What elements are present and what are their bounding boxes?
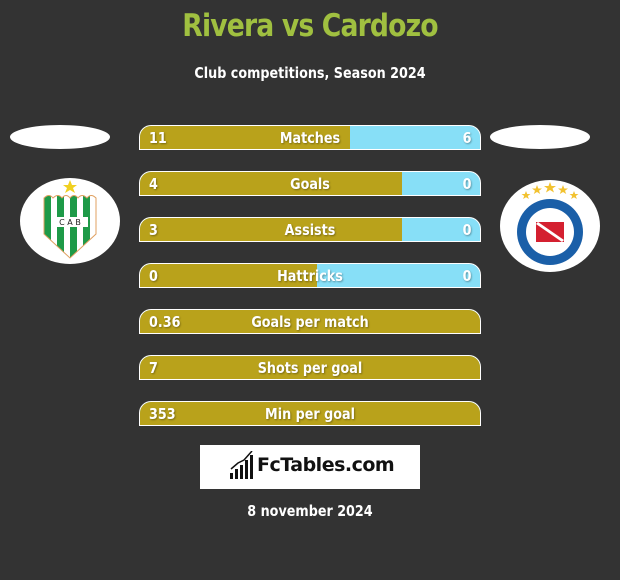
- fctables-logo[interactable]: FcTables.com: [200, 445, 420, 489]
- stat-row-min-per-goal: Min per goal 353: [139, 401, 481, 426]
- left-value: 3: [149, 221, 158, 239]
- right-player-photo-placeholder: [490, 125, 590, 149]
- stat-row-shots-per-goal: Shots per goal 7: [139, 355, 481, 380]
- right-value: 6: [462, 129, 471, 147]
- right-club-badge[interactable]: [500, 180, 600, 272]
- stat-label: Shots per goal: [257, 359, 363, 377]
- stat-row-goals-per-match: Goals per match 0.36: [139, 309, 481, 334]
- right-value: 0: [462, 267, 471, 285]
- logo-text: FcTables.com: [257, 454, 395, 476]
- stat-row-hattricks: Hattricks 0 0: [139, 263, 481, 288]
- club-initials: C A B: [59, 218, 81, 227]
- left-value: 7: [149, 359, 158, 377]
- stat-label: Min per goal: [265, 405, 355, 423]
- stat-row-goals: Goals 4 0: [139, 171, 481, 196]
- stat-label: Goals: [290, 175, 330, 193]
- right-value: 0: [462, 221, 471, 239]
- date-label: 8 november 2024: [247, 502, 373, 520]
- left-value: 353: [149, 405, 176, 423]
- stat-label: Assists: [284, 221, 336, 239]
- left-player-photo-placeholder: [10, 125, 110, 149]
- argentinos-juniors-crest-icon: [517, 182, 583, 265]
- left-club-badge[interactable]: C A B: [20, 178, 120, 264]
- stat-label: Goals per match: [251, 313, 369, 331]
- page-title: Rivera vs Cardozo: [182, 8, 438, 44]
- right-value: 0: [462, 175, 471, 193]
- stat-row-matches: Matches 11 6: [139, 125, 481, 150]
- bar-chart-icon: [230, 451, 253, 479]
- stat-row-assists: Assists 3 0: [139, 217, 481, 242]
- left-value: 0.36: [149, 313, 181, 331]
- left-value: 4: [149, 175, 158, 193]
- page-subtitle: Club competitions, Season 2024: [194, 64, 426, 82]
- stat-label: Matches: [279, 129, 341, 147]
- left-value: 0: [149, 267, 158, 285]
- banfield-crest-icon: C A B: [43, 180, 97, 259]
- stat-label: Hattricks: [277, 267, 343, 285]
- left-value: 11: [149, 129, 167, 147]
